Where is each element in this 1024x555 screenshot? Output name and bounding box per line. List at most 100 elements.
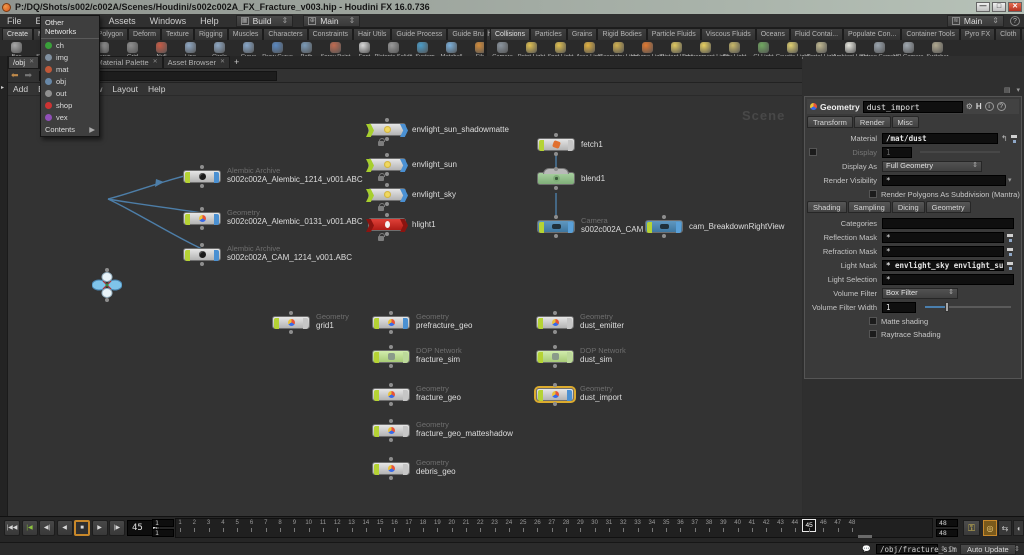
node-dust_import[interactable]	[536, 388, 574, 401]
shelf-tab-container-tools[interactable]: Container Tools	[901, 28, 960, 40]
display-flag[interactable]	[538, 318, 543, 329]
node-body[interactable]	[183, 248, 221, 261]
render-flag[interactable]	[676, 222, 681, 233]
node-body[interactable]	[537, 172, 575, 185]
chevron-down-icon[interactable]: ▾	[1008, 176, 1012, 184]
node-body[interactable]	[183, 212, 221, 225]
menu-item-shop[interactable]: shop	[41, 99, 99, 111]
node-cam_BreakdownRightView[interactable]	[645, 220, 683, 233]
node-blend1[interactable]	[537, 172, 575, 185]
node-fetch1[interactable]	[537, 138, 575, 151]
display-flag[interactable]	[366, 124, 374, 137]
pane-corner-icons[interactable]: ▤ ▾	[1004, 86, 1022, 94]
node-input-dot[interactable]	[554, 167, 558, 171]
node-output-dot[interactable]	[554, 152, 558, 156]
node-output-dot[interactable]	[385, 137, 389, 141]
display-flag[interactable]	[374, 352, 379, 363]
desktop-selector[interactable]: ▦ Build⇕	[236, 15, 294, 27]
node-output-dot[interactable]	[662, 234, 666, 238]
node-body[interactable]	[536, 316, 574, 329]
node-envlight_sun_shadowmatte[interactable]	[368, 123, 406, 136]
matte-shading-checkbox[interactable]	[869, 317, 877, 325]
node-input-dot[interactable]	[553, 345, 557, 349]
param-tab-transform[interactable]: Transform	[807, 116, 853, 128]
menu-assets[interactable]: Assets	[102, 16, 143, 26]
display-flag[interactable]	[647, 222, 652, 233]
param-subtab-shading[interactable]: Shading	[807, 201, 847, 213]
node-body[interactable]	[368, 158, 406, 171]
param-subtab-dicing[interactable]: Dicing	[892, 201, 925, 213]
menu-item-vex[interactable]: vex	[41, 111, 99, 123]
node-body[interactable]	[272, 316, 310, 329]
menu-item-img[interactable]: img	[41, 51, 99, 63]
menu-windows[interactable]: Windows	[143, 16, 194, 26]
close-button[interactable]: ✕	[1008, 2, 1022, 12]
node-output-dot[interactable]	[200, 226, 204, 230]
node-input-dot[interactable]	[553, 383, 557, 387]
pane-tab-asset-browser[interactable]: Asset Browser✕	[163, 56, 230, 68]
node-input-dot[interactable]	[385, 153, 389, 157]
refresh-icon[interactable]: ⟳	[949, 545, 955, 553]
node-body[interactable]	[372, 388, 410, 401]
node-body[interactable]	[372, 350, 410, 363]
node-body[interactable]	[372, 316, 410, 329]
node-fracture_geo[interactable]	[372, 388, 410, 401]
display-flag[interactable]	[539, 222, 544, 233]
display-flag[interactable]	[366, 189, 374, 202]
op-chooser-icon[interactable]	[1006, 261, 1015, 270]
display-flag[interactable]	[366, 159, 374, 172]
range-start-field[interactable]: 1	[152, 519, 174, 527]
shelf-tab-guide-process[interactable]: Guide Process	[391, 28, 447, 40]
node-hlight1[interactable]	[368, 218, 406, 231]
back-arrow-icon[interactable]: ⬅	[11, 70, 19, 81]
render-flag[interactable]	[214, 172, 219, 183]
render-flag[interactable]	[403, 318, 408, 329]
node-envlight_sun[interactable]	[368, 158, 406, 171]
menu-item-obj[interactable]: obj	[41, 75, 99, 87]
node-output-dot[interactable]	[105, 298, 109, 302]
close-tab-icon[interactable]: ✕	[29, 57, 34, 68]
menu-item-out[interactable]: out	[41, 87, 99, 99]
render-visibility-field[interactable]: *	[882, 175, 1006, 186]
node-output-dot[interactable]	[200, 184, 204, 188]
shelf-tab-rigid-bodies[interactable]: Rigid Bodies	[597, 28, 646, 40]
material-arrow-icon[interactable]: ↰	[1001, 134, 1008, 143]
display-flag[interactable]	[185, 250, 190, 261]
node-envlight_sky[interactable]	[368, 188, 406, 201]
shelf-tab-hair-utils[interactable]: Hair Utils	[353, 28, 391, 40]
maximize-button[interactable]: □	[992, 2, 1006, 12]
node-fracture_sim[interactable]	[372, 350, 410, 363]
close-tab-icon[interactable]: ✕	[153, 57, 158, 68]
node-input-dot[interactable]	[385, 118, 389, 122]
pane-tab--obj[interactable]: /obj✕	[8, 56, 39, 68]
op-chooser-icon[interactable]	[1010, 134, 1019, 143]
audio-button[interactable]: ◖	[1013, 520, 1024, 536]
menu-item-mat[interactable]: mat	[41, 63, 99, 75]
shelf-tab-rigging[interactable]: Rigging	[194, 28, 228, 40]
render-flag[interactable]	[568, 222, 573, 233]
node-output-dot[interactable]	[385, 232, 389, 236]
node-input-dot[interactable]	[389, 311, 393, 315]
volume-filter-width-slider[interactable]	[925, 306, 1011, 308]
node-output-dot[interactable]	[389, 438, 393, 442]
node-grid1[interactable]	[272, 316, 310, 329]
node-output-dot[interactable]	[389, 476, 393, 480]
set-key-button[interactable]: ⚿	[963, 520, 980, 536]
slider-handle[interactable]	[945, 302, 949, 312]
shelf-tab-pyro-fx[interactable]: Pyro FX	[960, 28, 995, 40]
node-input-dot[interactable]	[389, 419, 393, 423]
help-icon[interactable]: ?	[1010, 16, 1020, 26]
shelf-tab-muscles[interactable]: Muscles	[228, 28, 264, 40]
render-flag[interactable]	[214, 250, 219, 261]
display-flag[interactable]	[185, 214, 190, 225]
node-output-dot[interactable]	[200, 262, 204, 266]
node-body[interactable]	[372, 424, 410, 437]
context-path-field[interactable]: /obj/fracture_sim	[876, 544, 938, 554]
display-flag[interactable]	[374, 426, 379, 437]
render-flag[interactable]	[303, 318, 308, 329]
node-input-dot[interactable]	[389, 383, 393, 387]
play-button[interactable]: ▶	[92, 520, 108, 536]
render-flag[interactable]	[403, 390, 408, 401]
display-field[interactable]: 1	[882, 147, 912, 158]
node-input-dot[interactable]	[389, 345, 393, 349]
